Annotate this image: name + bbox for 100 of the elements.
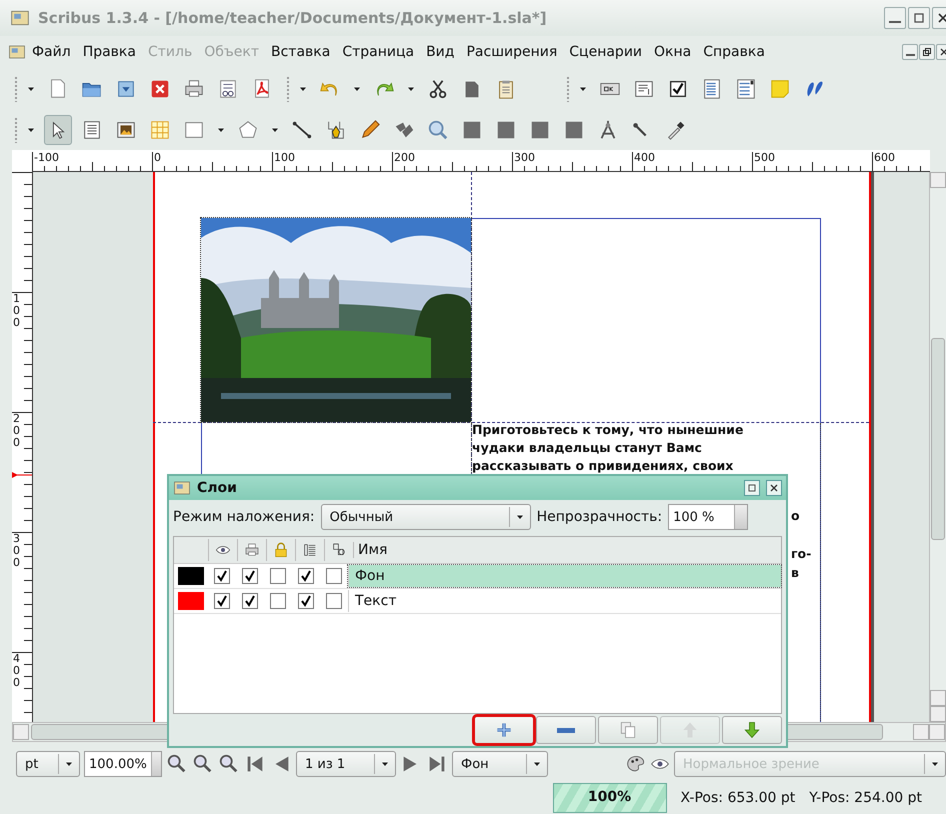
checkbox[interactable]	[214, 568, 230, 584]
close-x-icon	[768, 482, 780, 494]
outline-icon	[331, 542, 347, 558]
square-icon	[461, 119, 483, 141]
layer-name[interactable]: Текст	[348, 590, 781, 612]
menu-item[interactable]: Сценарии	[563, 42, 648, 62]
ruler-label: 200	[394, 151, 415, 164]
page-dropdown[interactable]: 1 из 1	[296, 751, 396, 777]
magnifier-icon[interactable]	[166, 753, 188, 775]
vertical-scrollbar[interactable]	[929, 172, 946, 722]
window-title: Scribus 1.3.4 - [/home/teacher/Documents/Документ-1.sla*]	[38, 9, 548, 27]
scissors-icon	[427, 78, 449, 100]
square-icon	[529, 119, 551, 141]
toolbar-handle[interactable]	[566, 76, 570, 102]
checklist-icon	[217, 78, 239, 100]
layer-name[interactable]: Фон	[348, 565, 781, 587]
close-button[interactable]	[766, 480, 782, 496]
rectangle-icon	[183, 119, 205, 141]
combo-box-icon	[735, 78, 757, 100]
checkbox[interactable]	[270, 593, 286, 609]
ruler-label: 400	[634, 151, 655, 164]
menu-item[interactable]: Вставка	[264, 42, 336, 62]
minimize-button[interactable]	[902, 44, 918, 60]
checkbox[interactable]	[298, 593, 314, 609]
unit-dropdown[interactable]: pt	[16, 751, 80, 777]
maximize-button[interactable]	[908, 7, 930, 29]
restore-button[interactable]	[919, 44, 935, 60]
printer-icon	[244, 542, 260, 558]
remove-layer-button[interactable]	[536, 716, 596, 744]
opacity-label: Непрозрачность:	[536, 509, 662, 525]
text-frame-icon	[81, 119, 103, 141]
text-field-icon	[633, 78, 655, 100]
list-box-icon	[701, 78, 723, 100]
table-icon	[149, 119, 171, 141]
zoom-field[interactable]: 100.00%	[84, 751, 162, 777]
checkbox[interactable]	[214, 593, 230, 609]
add-layer-button[interactable]	[474, 716, 534, 744]
menu-item[interactable]: Расширения	[460, 42, 564, 62]
app-icon	[8, 43, 26, 61]
tool-button[interactable]	[44, 115, 72, 145]
ruler-label: 100	[13, 293, 21, 330]
eyedropper-icon	[665, 119, 687, 141]
opacity-field[interactable]: 100 %	[668, 504, 748, 530]
checkbox[interactable]	[298, 568, 314, 584]
toolbar-handle[interactable]	[14, 117, 18, 143]
y-position: Y-Pos: 254.00 pt	[809, 790, 922, 806]
magnifier-icon[interactable]	[218, 753, 240, 775]
lower-layer-button[interactable]	[722, 716, 782, 744]
ruler-label: 400	[13, 653, 21, 690]
text-line: рассказывать о привидениях, своих	[472, 459, 734, 473]
toolbar-handle[interactable]	[286, 76, 290, 102]
down-arrow-icon	[742, 720, 762, 740]
magnifier-icon[interactable]	[192, 753, 214, 775]
minimize-icon	[906, 54, 914, 56]
ruler-label: 200	[13, 413, 21, 450]
ruler-label: 300	[13, 533, 21, 570]
save-icon	[115, 78, 137, 100]
menu-item[interactable]: Справка	[697, 42, 771, 62]
position-marker	[12, 472, 32, 478]
palette-icon[interactable]	[626, 754, 646, 774]
checkbox[interactable]	[326, 593, 342, 609]
menu-item[interactable]: Файл	[26, 42, 77, 62]
text-line: чудаки владельцы станут Вамс	[472, 441, 702, 455]
maximize-icon	[746, 482, 758, 494]
minimize-button[interactable]	[884, 7, 906, 29]
polygon-icon	[237, 119, 259, 141]
minimize-icon	[889, 21, 901, 23]
checkbox[interactable]	[270, 568, 286, 584]
ruler-label: 600	[874, 151, 895, 164]
ruler-label: 0	[154, 151, 161, 164]
app-icon	[173, 479, 191, 497]
menu-item[interactable]: Страница	[336, 42, 420, 62]
float-button[interactable]	[744, 480, 760, 496]
dialog-title: Слои	[197, 480, 238, 496]
pencil-icon	[359, 119, 381, 141]
menu-item[interactable]: Вид	[420, 42, 460, 62]
ruler-label: 300	[514, 151, 535, 164]
note-icon	[769, 78, 791, 100]
restore-icon	[921, 46, 933, 58]
square-icon	[563, 119, 585, 141]
ruler-label: 100	[274, 151, 295, 164]
printer-icon	[183, 78, 205, 100]
app-icon	[10, 8, 30, 28]
blend-mode-label: Режим наложения:	[173, 509, 315, 525]
checkbox[interactable]	[242, 568, 258, 584]
x-position: X-Pos: 653.00 pt	[680, 790, 796, 806]
toolbar-handle[interactable]	[14, 76, 18, 102]
square-icon	[495, 119, 517, 141]
text-fragment: о	[791, 509, 800, 523]
blend-mode-dropdown[interactable]: Обычный	[320, 504, 531, 530]
checkbox[interactable]	[326, 568, 342, 584]
minus-icon	[557, 728, 575, 732]
image-frame-icon	[115, 119, 137, 141]
menu-item[interactable]: Правка	[76, 42, 142, 62]
zoom-icon	[427, 119, 449, 141]
menu-item[interactable]: Окна	[648, 42, 698, 62]
layer-dropdown[interactable]: Фон	[452, 751, 548, 777]
duplicate-icon	[618, 720, 638, 740]
text-flow-icon	[302, 542, 318, 558]
checkbox[interactable]	[242, 593, 258, 609]
